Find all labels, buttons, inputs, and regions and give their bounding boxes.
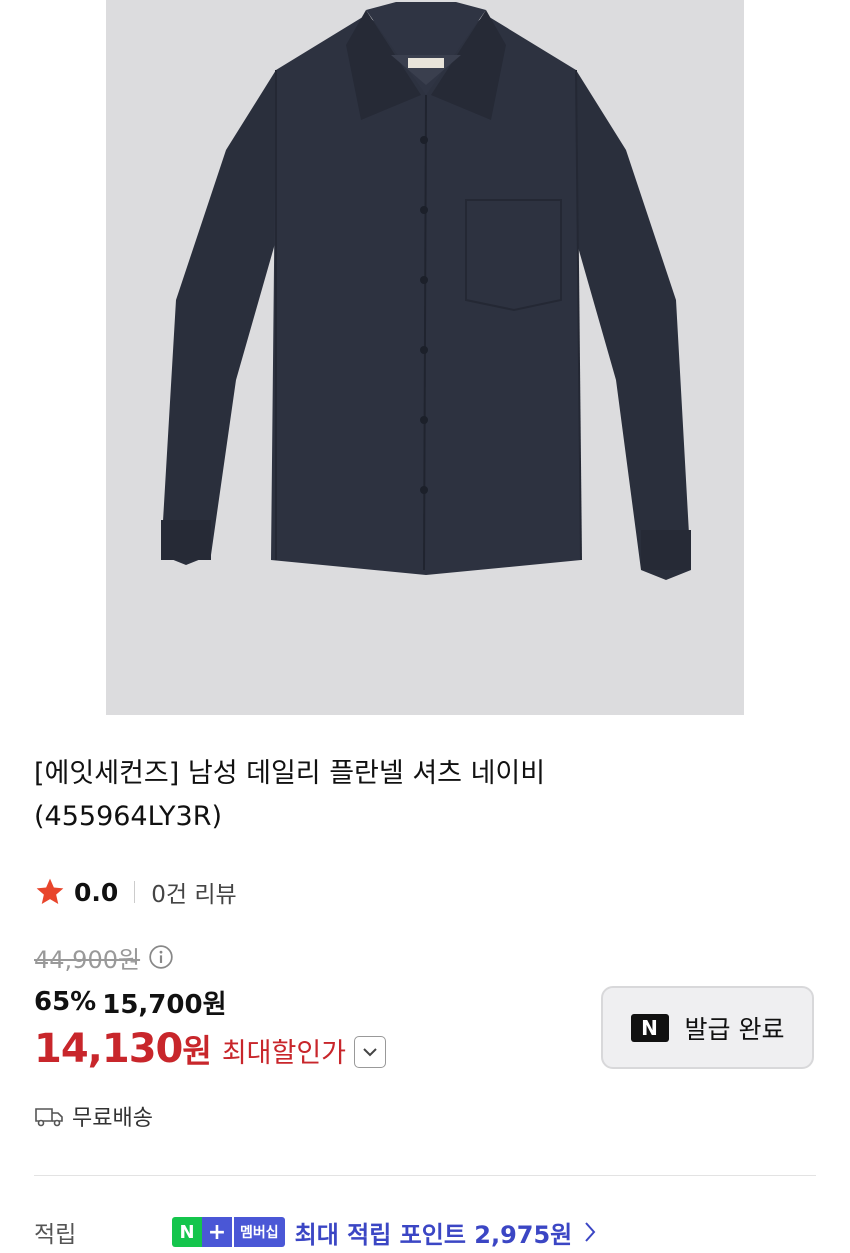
sale-price-row: 65% 15,700원 — [34, 984, 227, 1020]
discount-details-toggle[interactable] — [354, 1036, 387, 1068]
chevron-down-icon — [363, 1048, 377, 1057]
shirt-illustration — [161, 2, 691, 580]
naver-n-icon: N — [630, 1013, 669, 1042]
chevron-right-icon — [585, 1222, 596, 1242]
product-title-line1: [에잇세컨즈] 남성 데일리 플란넬 셔츠 네이비 — [34, 758, 546, 789]
product-image[interactable]: 1 / 6 — [106, 0, 744, 715]
info-icon[interactable] — [148, 944, 174, 970]
max-discount-price: 14,130 — [34, 1026, 183, 1072]
points-row[interactable]: 적립 N + 멤버십 최대 적립 포인트 2,975원 — [34, 1212, 834, 1252]
sale-price: 15,700원 — [102, 989, 227, 1020]
plus-badge: + — [202, 1217, 232, 1247]
review-count[interactable]: 0건 리뷰 — [151, 875, 236, 909]
truck-icon — [35, 1108, 63, 1127]
max-points-text: 최대 적립 포인트 2,975원 — [294, 1220, 573, 1249]
sale-rate: 65% — [34, 987, 97, 1017]
max-discount-label: 최대할인가 — [221, 1038, 347, 1069]
max-discount-row[interactable]: 14,130 원 최대할인가 — [34, 1026, 387, 1078]
rating-row[interactable]: 0.0 0건 리뷰 — [34, 873, 237, 911]
section-divider — [34, 1175, 816, 1176]
naver-n-badge: N — [172, 1217, 202, 1247]
shipping-row: 무료배송 — [34, 1098, 153, 1134]
original-price: 44,900원 — [34, 945, 141, 974]
product-title: [에잇세컨즈] 남성 데일리 플란넬 셔츠 네이비 (455964LY3R) — [34, 752, 804, 838]
rating-divider — [134, 881, 136, 903]
shipping-label: 무료배송 — [72, 1106, 153, 1131]
product-title-line2: (455964LY3R) — [34, 801, 223, 832]
membership-badge: 멤버십 — [232, 1217, 285, 1247]
original-price-row: 44,900원 — [34, 940, 174, 974]
max-discount-unit: 원 — [182, 1032, 212, 1070]
star-icon — [36, 878, 64, 904]
points-label: 적립 — [34, 1222, 77, 1248]
coupon-issued-button[interactable]: N 발급 완료 — [601, 986, 814, 1069]
coupon-label: 발급 완료 — [684, 1014, 785, 1044]
rating-score: 0.0 — [74, 877, 119, 907]
